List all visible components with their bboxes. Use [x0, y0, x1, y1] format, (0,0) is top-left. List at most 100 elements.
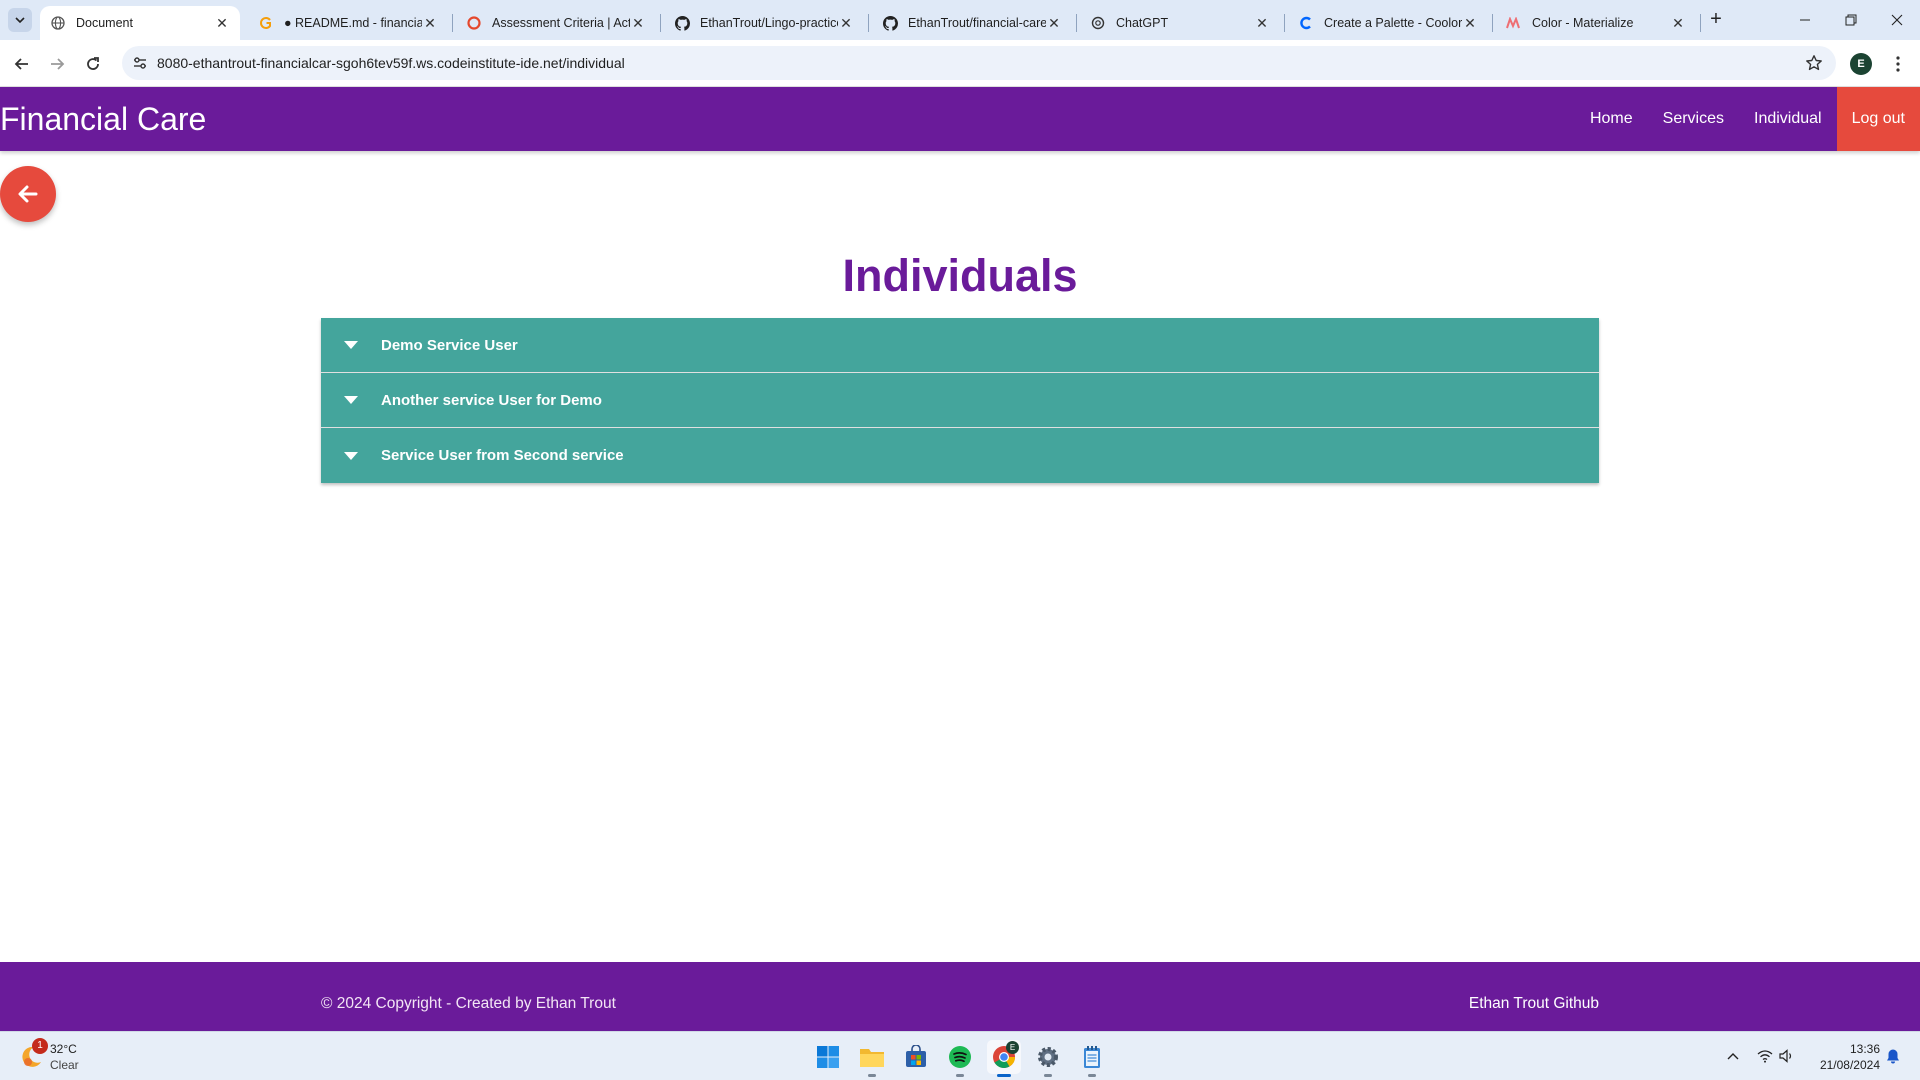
wifi-icon[interactable] [1755, 1046, 1775, 1066]
tab-title: Create a Palette - Coolors [1324, 16, 1462, 30]
tab-separator [660, 14, 661, 32]
site-footer: © 2024 Copyright - Created by Ethan Trou… [0, 962, 1920, 1031]
tab-separator [1284, 14, 1285, 32]
microsoft-store-icon[interactable] [899, 1040, 933, 1074]
bookmark-star-icon[interactable] [1804, 53, 1824, 73]
close-window-icon[interactable] [1874, 0, 1920, 40]
site-info-icon[interactable] [130, 53, 150, 73]
settings-gear-icon[interactable] [1031, 1040, 1065, 1077]
arrow-left-icon [18, 185, 38, 203]
chrome-icon[interactable]: E [987, 1040, 1021, 1077]
coolors-icon [1298, 15, 1314, 31]
tab-search-button[interactable] [8, 8, 32, 32]
clock-date: 21/08/2024 [1819, 1058, 1880, 1072]
caret-down-icon [341, 446, 361, 466]
nav-individual-link[interactable]: Individual [1739, 87, 1837, 151]
caret-down-icon [341, 390, 361, 410]
collapsible-header[interactable]: Service User from Second service [321, 428, 1599, 483]
nav-links: Home Services Individual Log out [1575, 87, 1920, 151]
chevron-up-icon[interactable] [1723, 1046, 1743, 1066]
tab-title: Document [76, 16, 133, 30]
nav-services-link[interactable]: Services [1648, 87, 1739, 151]
web-page: Financial Care Home Services Individual … [0, 87, 1920, 1031]
browser-tab-materialize[interactable]: Color - Materialize ✕ [1496, 6, 1696, 40]
browser-tab-document[interactable]: Document ✕ [40, 6, 240, 40]
tab-close-icon[interactable]: ✕ [422, 15, 438, 31]
tab-separator [1492, 14, 1493, 32]
more-menu-icon[interactable] [1888, 52, 1908, 76]
new-tab-icon[interactable]: + [1704, 8, 1728, 32]
windows-taskbar: 1 32°C Clear E 13:36 21/08/2024 [0, 1031, 1920, 1080]
caret-down-icon [341, 335, 361, 355]
tab-separator [1076, 14, 1077, 32]
address-bar[interactable]: 8080-ethantrout-financialcar-sgoh6tev59f… [122, 46, 1836, 80]
tab-close-icon[interactable]: ✕ [1462, 15, 1478, 31]
tab-close-icon[interactable]: ✕ [630, 15, 646, 31]
individuals-collapsible: Demo Service User Another service User f… [321, 318, 1599, 483]
globe-icon [50, 15, 66, 31]
brand-logo[interactable]: Financial Care [0, 101, 206, 137]
footer-copyright: © 2024 Copyright - Created by Ethan Trou… [321, 995, 616, 1012]
ci-icon [466, 15, 482, 31]
url-text: 8080-ethantrout-financialcar-sgoh6tev59f… [157, 55, 625, 71]
chevron-down-icon [15, 17, 25, 24]
forward-icon[interactable] [43, 50, 71, 78]
site-navbar: Financial Care Home Services Individual … [0, 87, 1920, 151]
tab-title: Assessment Criteria | Acti [492, 16, 630, 30]
weather-condition: Clear [50, 1058, 79, 1072]
profile-avatar[interactable]: E [1850, 53, 1872, 75]
restore-icon[interactable] [1828, 0, 1874, 40]
collapsible-header[interactable]: Demo Service User [321, 318, 1599, 373]
notepad-icon[interactable] [1075, 1040, 1109, 1077]
github-icon [882, 15, 898, 31]
tab-title: EthanTrout/Lingo-practice [700, 16, 838, 30]
spotify-icon[interactable] [943, 1040, 977, 1077]
materialize-icon [1506, 15, 1522, 31]
tab-title: EthanTrout/financial-care: [908, 16, 1046, 30]
browser-tab-chatgpt[interactable]: ChatGPT ✕ [1080, 6, 1280, 40]
tab-separator [452, 14, 453, 32]
individual-name: Demo Service User [381, 336, 518, 354]
clock-time: 13:36 [1849, 1042, 1880, 1056]
notification-bell-icon[interactable] [1883, 1046, 1903, 1066]
browser-tab-coolors[interactable]: Create a Palette - Coolors ✕ [1288, 6, 1488, 40]
github-link[interactable]: Ethan Trout Github [1469, 995, 1599, 1013]
system-clock[interactable]: 13:36 21/08/2024 [1808, 1041, 1880, 1073]
tab-title: ChatGPT [1116, 16, 1169, 30]
page-title: Individuals [842, 250, 1078, 301]
tab-separator [1700, 14, 1701, 32]
browser-tab-readme[interactable]: ● README.md - financial- ✕ [248, 6, 448, 40]
browser-tab-assessment[interactable]: Assessment Criteria | Acti ✕ [456, 6, 656, 40]
tab-title: ● README.md - financial- [284, 16, 422, 30]
windows-start-icon[interactable] [811, 1040, 845, 1074]
browser-toolbar: 8080-ethantrout-financialcar-sgoh6tev59f… [0, 40, 1920, 87]
browser-tab-strip: Document ✕ ● README.md - financial- ✕ As… [0, 0, 1920, 40]
file-explorer-icon[interactable] [855, 1040, 889, 1077]
back-icon[interactable] [8, 50, 36, 78]
minimize-icon[interactable] [1782, 0, 1828, 40]
weather-temp: 32°C [50, 1042, 77, 1056]
tab-separator [868, 14, 869, 32]
chatgpt-icon [1090, 15, 1106, 31]
browser-tab-financial-care[interactable]: EthanTrout/financial-care: ✕ [872, 6, 1072, 40]
github-icon [674, 15, 690, 31]
tab-title: Color - Materialize [1532, 16, 1634, 30]
back-button[interactable] [0, 166, 56, 222]
tab-close-icon[interactable]: ✕ [838, 15, 854, 31]
weather-widget[interactable]: 1 32°C Clear [18, 1038, 128, 1076]
individual-name: Another service User for Demo [381, 391, 602, 409]
collapsible-header[interactable]: Another service User for Demo [321, 373, 1599, 428]
tab-close-icon[interactable]: ✕ [214, 15, 230, 31]
gitpod-icon [258, 15, 274, 31]
browser-tab-lingo-practice[interactable]: EthanTrout/Lingo-practice ✕ [664, 6, 864, 40]
volume-icon[interactable] [1777, 1046, 1797, 1066]
tab-close-icon[interactable]: ✕ [1254, 15, 1270, 31]
reload-icon[interactable] [79, 50, 107, 78]
chrome-profile-badge: E [1006, 1041, 1019, 1054]
tab-close-icon[interactable]: ✕ [1670, 15, 1686, 31]
nav-home-link[interactable]: Home [1575, 87, 1648, 151]
logout-button[interactable]: Log out [1836, 87, 1920, 151]
tab-close-icon[interactable]: ✕ [1046, 15, 1062, 31]
weather-badge: 1 [32, 1038, 48, 1054]
individual-name: Service User from Second service [381, 447, 624, 464]
